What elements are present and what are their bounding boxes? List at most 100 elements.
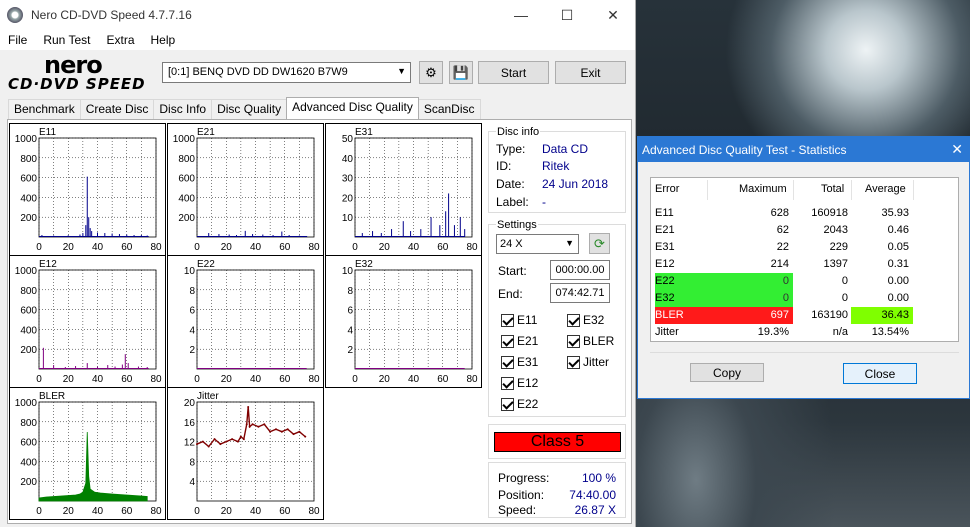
error-name: E12: [655, 258, 675, 270]
x-tick-label: 80: [308, 374, 320, 385]
error-name: E32: [655, 290, 709, 307]
chart-e22: 10 8 6 4 2 0 20 40 60 80 E22: [167, 255, 324, 388]
y-tick-label: 30: [342, 174, 354, 185]
data-point: [219, 443, 222, 446]
average-value: 0.00: [887, 275, 909, 287]
data-line: [196, 406, 306, 448]
menu-bar: File Run Test Extra Help: [0, 30, 635, 50]
save-button[interactable]: 💾: [449, 61, 473, 84]
data-point: [292, 433, 295, 436]
data-area: [38, 431, 148, 502]
tab-create-disc[interactable]: Create Disc: [79, 99, 155, 119]
x-tick-label: 0: [352, 374, 358, 385]
checkbox-bler[interactable]: BLER: [567, 334, 614, 348]
refresh-button[interactable]: ⟳: [589, 233, 610, 254]
end-input[interactable]: 074:42.71: [550, 283, 610, 303]
total-value: 229: [829, 241, 848, 253]
chart-e12: 1000 800 600 400 200 0 20 40 60 80 E12: [9, 255, 166, 388]
menu-file[interactable]: File: [0, 33, 35, 47]
refresh-icon: ⟳: [594, 235, 605, 251]
x-tick-label: 20: [379, 374, 391, 385]
y-tick-label: 800: [20, 286, 37, 297]
column-divider: [913, 180, 914, 200]
y-tick-label: 400: [178, 193, 195, 204]
average-value: 0.00: [887, 292, 909, 304]
start-button[interactable]: Start: [478, 61, 549, 84]
tab-scandisc[interactable]: ScanDisc: [417, 99, 481, 119]
speed-select[interactable]: 24 X ▼: [496, 234, 579, 254]
stats-row: E21 62 2043 0.46: [651, 222, 958, 239]
maximum-value: 697: [707, 307, 793, 324]
average-value: 0.31: [887, 258, 909, 270]
y-tick-label: 6: [189, 306, 195, 317]
tab-disc-info[interactable]: Disc Info: [153, 99, 213, 119]
start-label: Start:: [498, 264, 527, 278]
y-tick-label: 200: [20, 213, 37, 224]
x-tick-label: 80: [308, 242, 320, 253]
stats-row: E22 0 0 0.00: [651, 273, 958, 290]
checkbox-e21[interactable]: E21: [501, 334, 538, 348]
checkbox-e11[interactable]: E11: [501, 313, 537, 327]
data-point: [239, 435, 242, 438]
menu-run-test[interactable]: Run Test: [35, 33, 98, 47]
x-tick-label: 60: [437, 374, 449, 385]
data-point: [248, 425, 251, 428]
tab-advanced-disc-quality[interactable]: Advanced Disc Quality: [286, 97, 419, 119]
start-input[interactable]: 000:00.00: [550, 260, 610, 280]
total-value: 163190: [811, 309, 848, 321]
chart-e31: 50 40 30 20 10 0 20 40 60 80 E31: [325, 123, 482, 256]
close-button[interactable]: Close: [843, 363, 917, 384]
x-tick-label: 80: [150, 506, 162, 517]
data-point: [225, 440, 228, 443]
y-tick-label: 8: [189, 457, 195, 468]
x-tick-label: 40: [408, 374, 420, 385]
drive-select[interactable]: [0:1] BENQ DVD DD DW1620 B7W9 ▼: [162, 62, 411, 83]
chart-title: E11: [39, 127, 56, 138]
copy-button[interactable]: Copy: [690, 363, 764, 382]
chevron-down-icon: ▼: [565, 238, 574, 248]
class-badge: Class 5: [494, 432, 621, 452]
checkbox-e12[interactable]: E12: [501, 376, 538, 390]
position-value: 74:40.00: [569, 488, 616, 502]
x-tick-label: 80: [150, 242, 162, 253]
total-value: 160918: [811, 207, 848, 219]
chart-title: E22: [197, 259, 215, 270]
menu-extra[interactable]: Extra: [98, 33, 142, 47]
maximum-value: 62: [776, 224, 789, 236]
tab-disc-quality[interactable]: Disc Quality: [211, 99, 288, 119]
statistics-dialog: Advanced Disc Quality Test - Statistics …: [637, 136, 970, 399]
checkbox-e31[interactable]: E31: [501, 355, 538, 369]
y-tick-label: 200: [178, 213, 195, 224]
maximum-value: 628: [770, 207, 789, 219]
total-value: 0: [841, 292, 848, 304]
tab-benchmark[interactable]: Benchmark: [8, 99, 81, 119]
error-name: BLER: [655, 307, 709, 324]
stats-title: Advanced Disc Quality Test - Statistics: [642, 142, 847, 157]
stats-row: E31 22 229 0.05: [651, 239, 958, 256]
drive-info-button[interactable]: ⚙: [419, 61, 443, 84]
x-tick-label: 60: [121, 242, 133, 253]
y-tick-label: 400: [20, 325, 37, 336]
minimize-icon[interactable]: —: [498, 0, 544, 30]
close-icon[interactable]: ✕: [951, 141, 963, 158]
disc-info-group: Disc info Type: Data CD ID: Ritek Date: 24 …: [488, 126, 626, 213]
checkbox-e22[interactable]: E22: [501, 397, 538, 411]
data-point: [269, 430, 272, 433]
y-tick-label: 200: [20, 345, 37, 356]
x-tick-label: 0: [194, 374, 200, 385]
menu-help[interactable]: Help: [143, 33, 184, 47]
checkbox-e32[interactable]: E32: [567, 313, 604, 327]
save-icon: 💾: [452, 64, 470, 80]
close-icon[interactable]: ✕: [590, 0, 636, 30]
exit-button[interactable]: Exit: [555, 61, 626, 84]
total-value: 2043: [823, 224, 848, 236]
x-tick-label: 20: [221, 374, 233, 385]
y-tick-label: 600: [20, 438, 37, 449]
checkbox-jitter[interactable]: Jitter: [567, 355, 609, 369]
y-tick-label: 20: [342, 193, 354, 204]
stats-row: Jitter 19.3% n/a 13.54%: [651, 324, 958, 341]
maximize-icon[interactable]: ☐: [544, 0, 590, 30]
column-divider: [793, 180, 794, 200]
x-tick-label: 0: [36, 242, 42, 253]
tab-bar: Benchmark Create Disc Disc Info Disc Qua…: [8, 97, 481, 119]
